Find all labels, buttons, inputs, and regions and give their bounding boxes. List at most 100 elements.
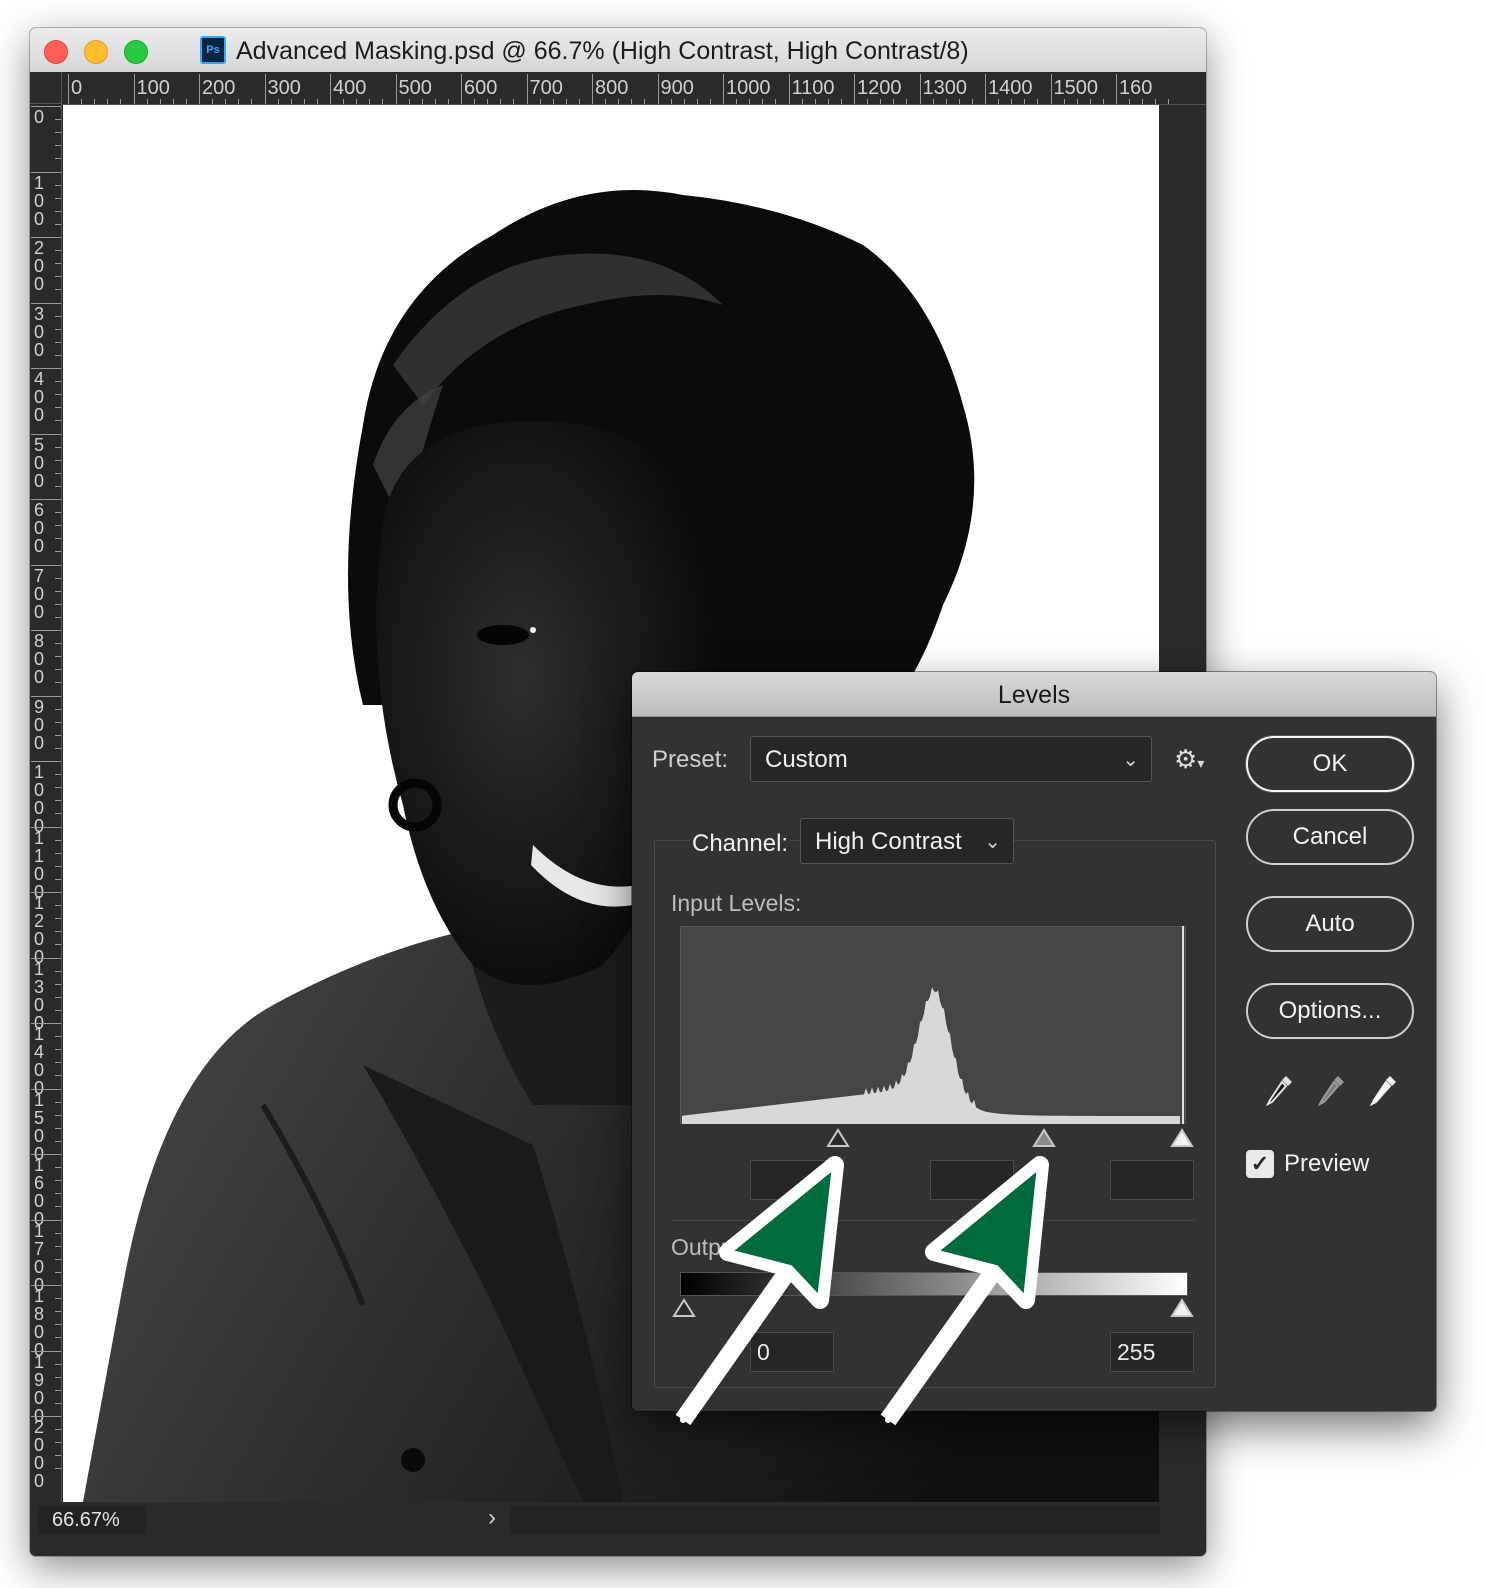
ruler-tick (55, 1271, 61, 1273)
dialog-title[interactable]: Levels (632, 672, 1436, 717)
ruler-major-tick (657, 74, 659, 104)
ruler-minor-tick (539, 99, 541, 104)
ruler-major-tick (68, 74, 69, 104)
ruler-minor-tick (1089, 99, 1091, 104)
ruler-tick (55, 381, 61, 383)
ruler-major-tick (1050, 74, 1052, 104)
ruler-label: 1600 (33, 1155, 44, 1228)
input-black-field[interactable] (750, 1160, 834, 1200)
preview-checkbox[interactable]: ✓ (1246, 1150, 1274, 1178)
ruler-tick (55, 983, 61, 985)
ruler-tick (55, 1245, 61, 1247)
ruler-major-tick (723, 74, 724, 104)
cancel-button[interactable]: Cancel (1246, 809, 1414, 865)
ruler-tick (31, 237, 61, 238)
document-info-area[interactable] (510, 1506, 1160, 1534)
input-white-field[interactable] (1110, 1160, 1194, 1200)
ruler-tick (55, 1402, 61, 1404)
ruler-origin[interactable] (30, 72, 62, 104)
ruler-label: 0 (33, 107, 44, 127)
ruler-minor-tick (1129, 99, 1131, 104)
preset-label: Preset: (652, 746, 729, 773)
channel-dropdown[interactable]: High Contrast ⌄ (800, 818, 1014, 864)
vertical-ruler[interactable]: 0 100 200 300 400 500 600 700 800 900 100011001200… (30, 104, 62, 1502)
ruler-label: 1000 (33, 762, 44, 835)
horizontal-ruler[interactable]: 0 100 200 300 400 500 600 700 800 900 1000 1100 1200… (62, 72, 1206, 105)
ok-button[interactable]: OK (1246, 736, 1414, 792)
output-black-field[interactable]: 0 (750, 1332, 834, 1372)
ruler-minor-tick (369, 99, 371, 104)
ruler-minor-tick (487, 99, 489, 104)
ruler-label: 600 (33, 500, 44, 556)
white-point-eyedropper-icon[interactable] (1366, 1072, 1400, 1112)
ruler-minor-tick (1063, 99, 1065, 104)
output-white-slider[interactable] (1170, 1298, 1194, 1318)
output-white-field[interactable]: 255 (1110, 1332, 1194, 1372)
zoom-window-button[interactable] (124, 40, 148, 64)
ruler-tick (55, 1363, 61, 1365)
ruler-tick (55, 1298, 61, 1300)
ruler-label: 100 (33, 172, 44, 229)
input-black-point-slider[interactable] (826, 1128, 850, 1148)
ruler-minor-tick (146, 99, 148, 104)
ruler-tick (55, 839, 61, 841)
ruler-minor-tick (1011, 99, 1013, 104)
preset-dropdown[interactable]: Custom ⌄ (750, 736, 1152, 782)
title-bar[interactable]: Ps Advanced Masking.psd @ 66.7% (High Co… (30, 28, 1206, 73)
ruler-tick (55, 1324, 61, 1326)
ruler-tick (31, 1088, 61, 1090)
ruler-minor-tick (827, 99, 829, 104)
ruler-label: 1100 (33, 827, 44, 901)
ruler-label: 800 (595, 77, 629, 99)
ruler-minor-tick (81, 99, 83, 104)
ruler-tick (55, 407, 61, 409)
ruler-tick (31, 957, 61, 959)
ruler-minor-tick (605, 99, 607, 104)
ruler-tick (55, 878, 61, 880)
ruler-label: 400 (333, 77, 367, 99)
input-gamma-field[interactable] (930, 1160, 1014, 1200)
ruler-major-tick (788, 74, 790, 104)
ruler-minor-tick (644, 99, 646, 104)
ruler-tick (55, 551, 61, 553)
minimize-window-button[interactable] (84, 40, 108, 64)
preset-options-gear-icon[interactable]: ⚙▾ (1174, 744, 1204, 775)
chevron-right-icon[interactable]: › (488, 1504, 496, 1532)
ruler-label: 100 (136, 77, 170, 99)
auto-button[interactable]: Auto (1246, 896, 1414, 952)
input-white-point-slider[interactable] (1170, 1128, 1194, 1148)
ruler-tick (55, 328, 61, 330)
options-button[interactable]: Options... (1246, 983, 1414, 1039)
ruler-tick (31, 1154, 61, 1155)
ruler-label: 1100 (791, 77, 835, 99)
ruler-tick (31, 761, 61, 762)
close-window-button[interactable] (44, 40, 68, 64)
ruler-minor-tick (1102, 99, 1104, 104)
ruler-minor-tick (631, 99, 633, 104)
ruler-tick (55, 1167, 61, 1169)
channel-label: Channel: (690, 830, 791, 858)
ruler-label: 700 (33, 565, 44, 622)
ruler-tick (55, 852, 61, 854)
output-black-slider[interactable] (672, 1298, 696, 1318)
ruler-tick (55, 446, 61, 448)
ruler-tick (55, 223, 61, 225)
gray-point-eyedropper-icon[interactable] (1314, 1072, 1348, 1112)
ruler-tick (55, 656, 61, 658)
output-levels-label: Output Levels: (671, 1234, 820, 1260)
ruler-minor-tick (552, 99, 554, 104)
ruler-minor-tick (225, 99, 227, 104)
ruler-minor-tick (185, 99, 187, 104)
ruler-tick (55, 263, 61, 265)
zoom-level-field[interactable]: 66.67% (38, 1506, 146, 1534)
black-point-eyedropper-icon[interactable] (1262, 1072, 1296, 1112)
input-midtone-slider[interactable] (1032, 1128, 1056, 1148)
ruler-minor-tick (814, 99, 816, 104)
ruler-minor-tick (683, 99, 685, 104)
ruler-major-tick (1116, 74, 1117, 104)
ruler-tick (55, 1311, 61, 1313)
ruler-label: 1400 (33, 1024, 44, 1097)
ruler-minor-tick (867, 99, 869, 104)
ruler-minor-tick (303, 99, 305, 104)
ruler-tick (55, 590, 61, 592)
